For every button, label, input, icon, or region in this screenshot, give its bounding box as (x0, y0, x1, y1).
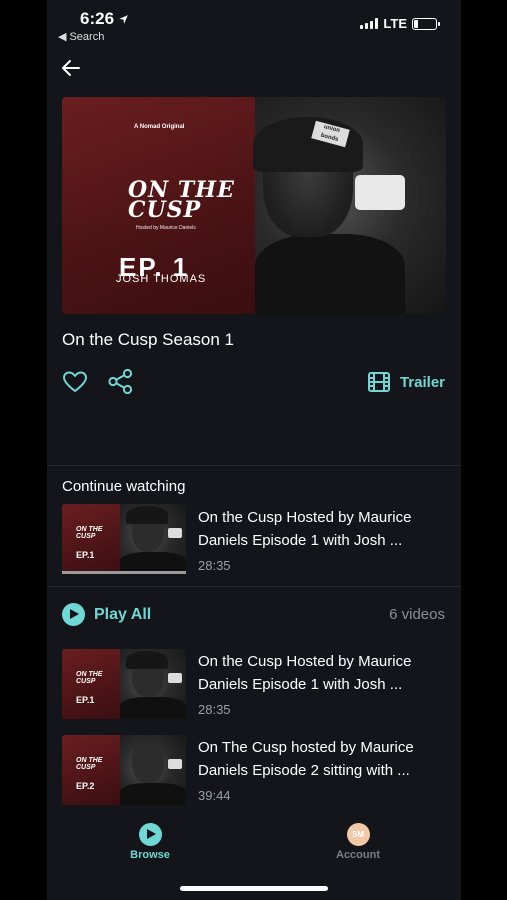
home-indicator[interactable] (180, 886, 328, 891)
back-to-app-link[interactable]: ◀ Search (58, 30, 104, 44)
signal-icon (360, 18, 379, 29)
back-arrow-icon[interactable] (59, 56, 83, 80)
section-divider (47, 465, 461, 466)
hero-portrait-body (255, 234, 405, 314)
show-logo: ON THE CUSP (128, 177, 235, 223)
show-hero-image: A Nomad Original ON THE CUSP Hosted by M… (62, 97, 446, 314)
episode-title[interactable]: On the Cusp Hosted by Maurice Daniels Ep… (198, 650, 448, 696)
avatar: SM (346, 823, 370, 846)
hero-portrait-cap: union bonds (253, 117, 363, 172)
play-circle-icon (62, 603, 85, 626)
trailer-button[interactable]: Trailer (367, 370, 445, 394)
hero-title-card: A Nomad Original ON THE CUSP Hosted by M… (62, 97, 255, 314)
hero-hosted-line: Hosted by Maurice Daniels (136, 225, 196, 231)
section-divider (47, 586, 461, 587)
tab-browse-label: Browse (130, 849, 170, 861)
episode-thumbnail[interactable]: ON THE CUSP EP.1 (62, 649, 186, 719)
hero-portrait: union bonds (253, 97, 446, 314)
status-indicators: LTE (360, 16, 440, 31)
tab-browse[interactable]: Browse (110, 823, 190, 861)
hero-guest-name: JOSH THOMAS (116, 273, 207, 285)
continue-watching-heading: Continue watching (62, 478, 186, 495)
app-screen: 6:26 ◀ Search LTE A Nomad Original ON TH… (47, 0, 461, 900)
hero-background-light (355, 175, 405, 210)
thumb-logo: ON THE CUSP (76, 671, 103, 685)
browse-play-icon (138, 823, 162, 846)
tab-account-label: Account (336, 849, 380, 861)
status-bar: 6:26 ◀ Search LTE (47, 0, 461, 48)
share-icon[interactable] (108, 369, 133, 394)
watch-progress-bar (62, 571, 186, 574)
play-all-label: Play All (94, 605, 152, 623)
battery-icon (412, 17, 440, 30)
continue-watching-thumbnail[interactable]: ON THE CUSP EP.1 (62, 504, 186, 574)
thumb-episode: EP.1 (76, 550, 95, 560)
status-time: 6:26 (80, 9, 129, 29)
hero-portrait-head: union bonds (253, 117, 363, 237)
thumb-episode: EP.2 (76, 781, 95, 791)
heart-icon[interactable] (62, 370, 88, 394)
location-arrow-icon (119, 14, 128, 24)
episode-thumbnail[interactable]: ON THE CUSP EP.2 (62, 735, 186, 805)
trailer-label: Trailer (399, 373, 445, 391)
back-triangle-icon: ◀ (58, 31, 67, 43)
network-label: LTE (383, 16, 407, 31)
continue-watching-title[interactable]: On the Cusp Hosted by Maurice Daniels Ep… (198, 506, 448, 552)
continue-watching-duration: 28:35 (198, 558, 231, 573)
cap-patch-text: union bonds (311, 120, 350, 148)
videos-count: 6 videos (389, 606, 445, 623)
thumb-episode: EP.1 (76, 695, 95, 705)
play-all-button[interactable]: Play All (62, 603, 151, 626)
film-icon (367, 372, 390, 392)
hero-brand-line: A Nomad Original (134, 124, 185, 130)
tab-account[interactable]: SM Account (318, 823, 398, 861)
thumb-logo: ON THE CUSP (76, 526, 103, 540)
show-title: On the Cusp Season 1 (62, 330, 235, 349)
episode-duration: 28:35 (198, 702, 231, 717)
episode-title[interactable]: On The Cusp hosted by Maurice Daniels Ep… (198, 736, 448, 782)
episode-duration: 39:44 (198, 788, 231, 803)
thumb-logo: ON THE CUSP (76, 757, 103, 771)
